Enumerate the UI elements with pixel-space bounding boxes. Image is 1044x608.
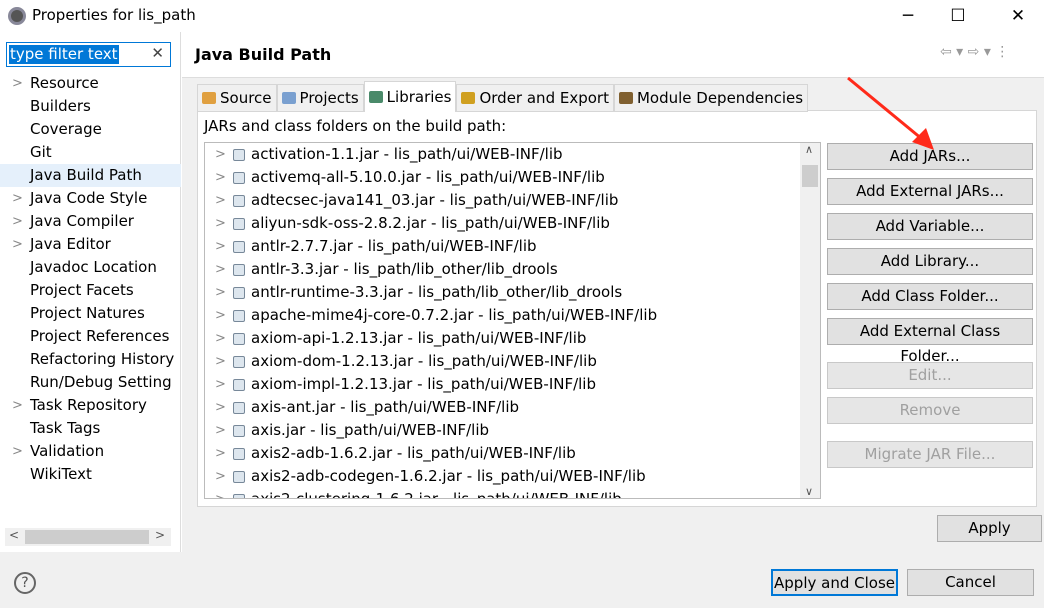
annotation-arrow	[847, 76, 934, 150]
